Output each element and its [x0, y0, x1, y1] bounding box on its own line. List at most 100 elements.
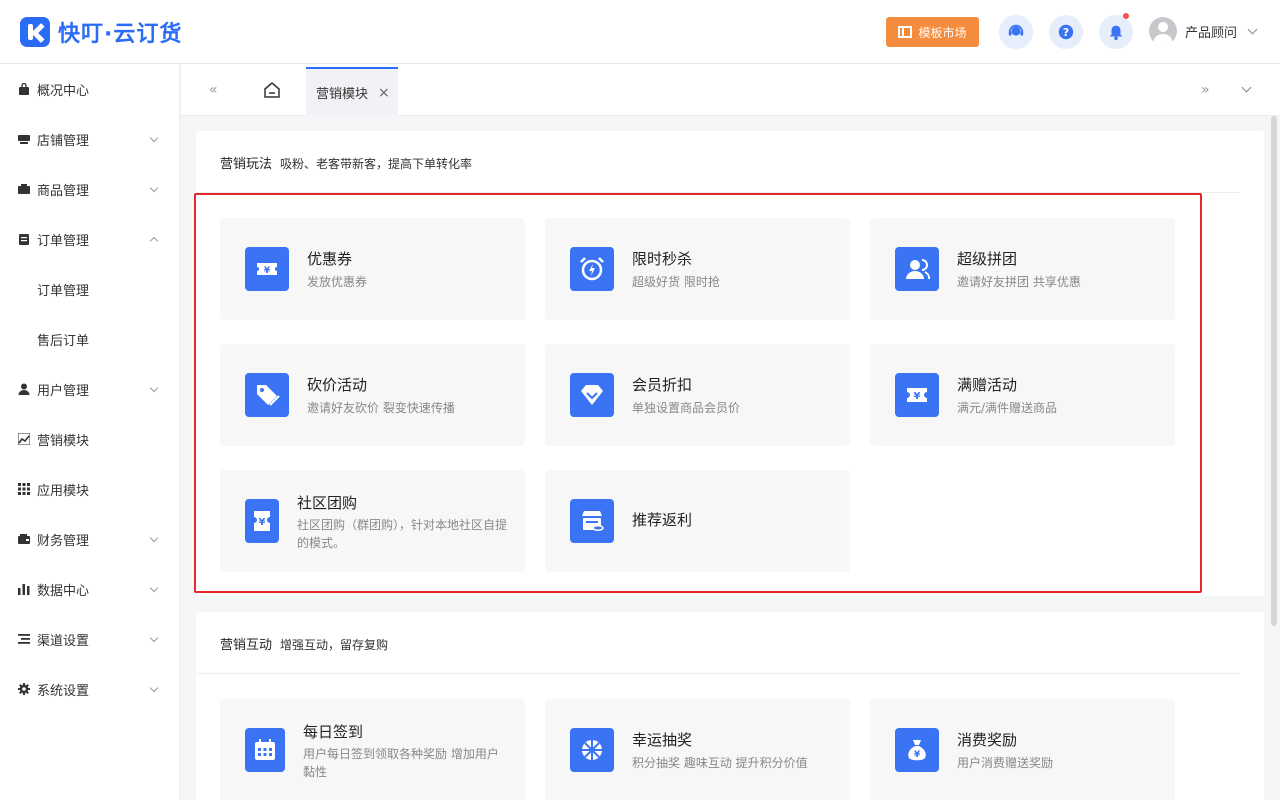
svg-text:¥: ¥ [264, 266, 271, 276]
bag-icon [18, 83, 30, 95]
group-icon [895, 247, 939, 291]
chevron-down-icon [149, 183, 159, 193]
diamond-icon [570, 373, 614, 417]
card-group-buy[interactable]: 超级拼团 邀请好友拼团 共享优惠 [870, 218, 1175, 320]
svg-text:?: ? [1063, 26, 1069, 39]
sidebar-item-label: 订单管理 [37, 283, 90, 299]
card-lucky-draw[interactable]: 幸运抽奖 积分抽奖 趣味互动 提升积分价值 [545, 699, 850, 800]
section-header: 营销玩法 吸粉、老客带新客，提高下单转化率 [196, 131, 1240, 193]
card-description: 超级好货 限时抢 [632, 275, 720, 289]
chevron-down-icon [1247, 24, 1258, 34]
sidebar-item-overview[interactable]: 概况中心 [0, 64, 179, 114]
chevron-down-icon [149, 683, 159, 693]
card-description: 社区团购（群团购），针对本地社区自提的模式。 [297, 518, 508, 550]
sidebar-item-orders[interactable]: 订单管理 [0, 214, 179, 264]
clipboard-icon [18, 233, 30, 245]
card-title: 限时秒杀 [632, 250, 693, 268]
sidebar-item-users[interactable]: 用户管理 [0, 364, 179, 414]
svg-text:¥: ¥ [259, 517, 266, 528]
calendar-icon [245, 728, 285, 772]
sidebar-item-marketing[interactable]: 营销模块 [0, 414, 179, 464]
tabs-next-icon[interactable]: » [1201, 82, 1210, 98]
help-icon[interactable]: ? [1049, 15, 1083, 49]
tab-marketing[interactable]: 营销模块 × [306, 67, 398, 116]
price-tag-icon [245, 373, 289, 417]
chevron-down-icon [149, 383, 159, 393]
user-menu[interactable]: 产品顾问 [1149, 17, 1258, 45]
card-referral-rebate[interactable]: 推荐返利 [545, 470, 850, 572]
sidebar-item-settings[interactable]: 系统设置 [0, 664, 179, 714]
sidebar-item-store[interactable]: 店铺管理 [0, 114, 179, 164]
chevron-down-icon [149, 583, 159, 593]
gift-ticket-icon: ¥ [895, 373, 939, 417]
sidebar-item-label: 商品管理 [37, 183, 90, 199]
bell-icon[interactable] [1099, 13, 1133, 49]
scrollbar[interactable] [1271, 116, 1277, 626]
chevron-down-icon [149, 133, 159, 143]
shop-coins-icon [570, 499, 614, 543]
card-title: 优惠券 [307, 250, 353, 268]
customer-service-icon[interactable] [999, 15, 1033, 49]
chevron-down-icon [149, 533, 159, 543]
sidebar-item-label: 财务管理 [37, 533, 90, 549]
avatar [1149, 17, 1177, 45]
card-member-discount[interactable]: 会员折扣 单独设置商品会员价 [545, 344, 850, 446]
sidebar-item-goods[interactable]: 商品管理 [0, 164, 179, 214]
card-daily-checkin[interactable]: 每日签到 用户每日签到领取各种奖励 增加用户黏性 [220, 699, 525, 800]
card-description: 用户消费赠送奖励 [957, 756, 1054, 770]
card-spend-reward[interactable]: ¥ 消费奖励 用户消费赠送奖励 [870, 699, 1175, 800]
coupon-icon: ¥ [245, 247, 289, 291]
sidebar-item-label: 概况中心 [37, 83, 90, 99]
app-logo[interactable]: 快叮·云订货 [20, 16, 182, 48]
svg-text:¥: ¥ [914, 750, 921, 760]
sidebar-item-label: 系统设置 [37, 683, 90, 699]
sidebar-item-label: 售后订单 [37, 333, 90, 349]
sidebar-item-channels[interactable]: 渠道设置 [0, 614, 179, 664]
card-description: 满元/满件赠送商品 [957, 401, 1058, 415]
sidebar-item-data[interactable]: 数据中心 [0, 564, 179, 614]
card-title: 超级拼团 [957, 250, 1018, 268]
notification-dot [1123, 13, 1129, 19]
card-coupon[interactable]: ¥ 优惠券 发放优惠券 [220, 218, 525, 320]
sidebar-item-label: 应用模块 [37, 483, 90, 499]
sidebar-item-finance[interactable]: 财务管理 [0, 514, 179, 564]
sidebar-subitem-after-sales[interactable]: 售后订单 [0, 314, 179, 364]
sidebar-item-label: 营销模块 [37, 433, 90, 449]
card-title: 砍价活动 [307, 376, 368, 394]
card-description: 发放优惠券 [307, 275, 368, 289]
card-community-group-buy[interactable]: ¥ 社区团购 社区团购（群团购），针对本地社区自提的模式。 [220, 470, 525, 572]
sidebar-item-apps[interactable]: 应用模块 [0, 464, 179, 514]
template-market-button[interactable]: 模板市场 [886, 17, 979, 47]
tab-bar: « 营销模块 × » [181, 64, 1280, 116]
wallet-icon [18, 533, 30, 545]
chevron-down-icon[interactable] [1241, 82, 1252, 93]
card-flash-sale[interactable]: 限时秒杀 超级好货 限时抢 [545, 218, 850, 320]
money-bag-icon: ¥ [895, 728, 939, 772]
tabs-prev-icon[interactable]: « [209, 82, 218, 98]
sidebar-item-label: 店铺管理 [37, 133, 90, 149]
card-description: 用户每日签到领取各种奖励 增加用户黏性 [303, 747, 499, 779]
sidebar-item-label: 数据中心 [37, 583, 90, 599]
card-full-gift[interactable]: ¥ 满赠活动 满元/满件赠送商品 [870, 344, 1175, 446]
card-title: 满赠活动 [957, 376, 1018, 394]
card-bargain[interactable]: 砍价活动 邀请好友砍价 裂变快速传播 [220, 344, 525, 446]
close-icon[interactable]: × [378, 85, 390, 101]
logo-text: 快叮·云订货 [58, 22, 183, 47]
sidebar-item-label: 用户管理 [37, 383, 90, 399]
section-header: 营销互动 增强互动，留存复购 [196, 612, 1240, 674]
alarm-clock-icon [570, 247, 614, 291]
home-icon[interactable] [263, 81, 281, 99]
bar-chart-icon [18, 583, 30, 595]
section-subtitle: 增强互动，留存复购 [280, 638, 389, 652]
sidebar: 概况中心 店铺管理 商品管理 订单管理 订单管理 售后订单 用户管理 营销模块 … [0, 64, 180, 800]
logo-mark-icon [20, 17, 50, 47]
card-description: 积分抽奖 趣味互动 提升积分价值 [632, 756, 808, 770]
layout-icon [898, 26, 913, 38]
box-icon [18, 183, 30, 195]
sidebar-subitem-order-management[interactable]: 订单管理 [0, 264, 179, 314]
apps-icon [18, 483, 30, 495]
marketing-interaction-panel: 营销互动 增强互动，留存复购 每日签到 用户每日签到领取各种奖励 增加用户黏性 … [196, 612, 1264, 800]
template-market-label: 模板市场 [918, 25, 967, 40]
sidebar-item-label: 渠道设置 [37, 633, 90, 649]
trend-icon [18, 433, 30, 445]
